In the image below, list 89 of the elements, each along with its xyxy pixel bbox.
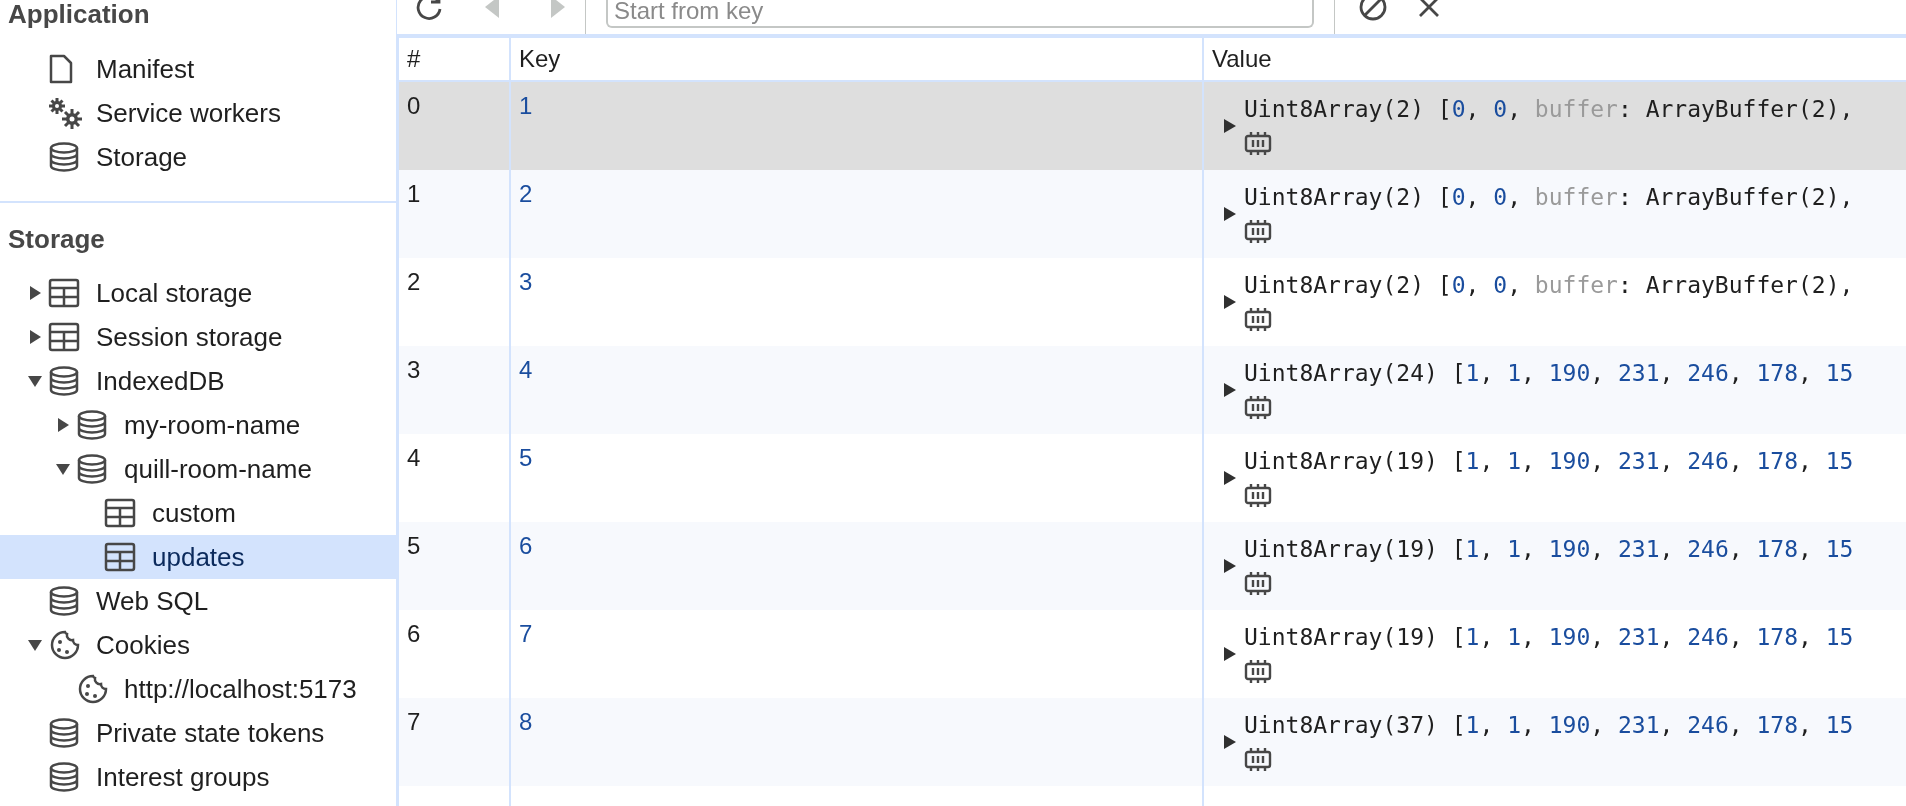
index-text: 5 <box>407 532 421 559</box>
memory-icon[interactable] <box>1244 219 1272 245</box>
database-icon <box>48 366 80 396</box>
key-text: 6 <box>519 532 533 559</box>
block-icon <box>1358 0 1388 22</box>
tree-item[interactable]: Cookies <box>0 623 396 667</box>
value-text: Uint8Array(2) [0, 0, buffer: ArrayBuffer(2), <box>1244 183 1854 211</box>
caret-right-icon[interactable] <box>1224 383 1236 397</box>
value-text: Uint8Array(37) [1, 1, 190, 231, 246, 178, 15 <box>1244 711 1854 739</box>
tree-item[interactable]: Storage <box>0 135 396 179</box>
caret-right-icon[interactable] <box>28 286 42 300</box>
table-icon <box>104 542 136 572</box>
column-header[interactable]: Value <box>1204 38 1906 80</box>
caret-right-icon[interactable] <box>1224 119 1236 133</box>
memory-icon[interactable] <box>1244 307 1272 333</box>
tree-item[interactable]: quill-room-name <box>0 447 396 491</box>
caret-right-icon[interactable] <box>1224 647 1236 661</box>
caret-right-icon[interactable] <box>1224 295 1236 309</box>
index-text: 1 <box>407 180 421 207</box>
tree-item[interactable]: http://localhost:5173 <box>0 667 396 711</box>
database-icon <box>76 454 108 484</box>
memory-icon[interactable] <box>1244 131 1272 157</box>
table-row[interactable]: 7 8 Uint8Array(37) [1, 1, 190, 231, 246, 178, 15 <box>399 698 1906 786</box>
tree-item[interactable]: my-room-name <box>0 403 396 447</box>
caret-right-icon[interactable] <box>1224 559 1236 573</box>
tree-item[interactable]: IndexedDB <box>0 359 396 403</box>
index-text: 6 <box>407 620 421 647</box>
column-header[interactable]: Key <box>511 38 1204 80</box>
tree-item[interactable]: Manifest <box>0 47 396 91</box>
tree-item[interactable]: custom <box>0 491 396 535</box>
memory-icon[interactable] <box>1244 659 1272 685</box>
value-text: Uint8Array(19) [1, 1, 190, 231, 246, 178, 15 <box>1244 623 1854 651</box>
memory-icon[interactable] <box>1244 395 1272 421</box>
gears-icon <box>48 97 82 129</box>
value-text: Uint8Array(24) [1, 1, 190, 231, 246, 178, 15 <box>1244 359 1854 387</box>
value-text: Uint8Array(19) [1, 1, 190, 231, 246, 178, 15 <box>1244 447 1854 475</box>
memory-icon[interactable] <box>1244 747 1272 773</box>
index-text: 0 <box>407 92 421 119</box>
table-row[interactable]: 5 6 Uint8Array(19) [1, 1, 190, 231, 246, 178, 15 <box>399 522 1906 610</box>
refresh-icon <box>414 0 444 22</box>
section-heading: Storage <box>8 222 105 256</box>
caret-down-icon[interactable] <box>28 638 42 652</box>
database-icon <box>48 142 80 172</box>
table-row[interactable]: 1 2 Uint8Array(2) [0, 0, buffer: ArrayBuffer(2), <box>399 170 1906 258</box>
key-text: 5 <box>519 444 533 471</box>
table-icon <box>48 278 80 308</box>
caret-right-icon[interactable] <box>1224 471 1236 485</box>
file-icon <box>48 54 74 84</box>
search-field[interactable]: Start from key <box>606 0 1314 28</box>
table-icon <box>48 322 80 352</box>
cookie-icon <box>76 673 110 705</box>
table-row[interactable]: 0 1 Uint8Array(2) [0, 0, buffer: ArrayBuffer(2), <box>399 82 1906 170</box>
tree-item[interactable]: Interest groups <box>0 755 396 799</box>
index-text: 3 <box>407 356 421 383</box>
database-icon <box>76 410 108 440</box>
memory-icon[interactable] <box>1244 571 1272 597</box>
tree-item[interactable]: Service workers <box>0 91 396 135</box>
key-text: 7 <box>519 620 533 647</box>
key-text: 8 <box>519 708 533 735</box>
database-icon <box>48 718 80 748</box>
caret-right-icon[interactable] <box>1224 207 1236 221</box>
memory-icon[interactable] <box>1244 483 1272 509</box>
key-text: 1 <box>519 92 533 119</box>
tree-item[interactable]: Local storage <box>0 271 396 315</box>
column-header[interactable]: # <box>399 38 511 80</box>
caret-right-icon[interactable] <box>56 418 70 432</box>
table-row[interactable]: 3 4 Uint8Array(24) [1, 1, 190, 231, 246, 178, 15 <box>399 346 1906 434</box>
caret-right-icon[interactable] <box>1224 735 1236 749</box>
key-text: 3 <box>519 268 533 295</box>
database-icon <box>48 762 80 792</box>
key-text: 4 <box>519 356 533 383</box>
key-text: 2 <box>519 180 533 207</box>
caret-right-icon[interactable] <box>28 330 42 344</box>
value-text: Uint8Array(2) [0, 0, buffer: ArrayBuffer(2), <box>1244 271 1854 299</box>
tree-item[interactable]: Private state tokens <box>0 711 396 755</box>
value-text: Uint8Array(2) [0, 0, buffer: ArrayBuffer(2), <box>1244 95 1854 123</box>
tree-item[interactable]: updates <box>0 535 396 579</box>
index-text: 4 <box>407 444 421 471</box>
tree-item[interactable]: Session storage <box>0 315 396 359</box>
tree-item[interactable]: Web SQL <box>0 579 396 623</box>
value-text: Uint8Array(19) [1, 1, 190, 231, 246, 178, 15 <box>1244 535 1854 563</box>
index-text: 2 <box>407 268 421 295</box>
table-icon <box>104 498 136 528</box>
caret-down-icon[interactable] <box>28 374 42 388</box>
index-text: 7 <box>407 708 421 735</box>
cookie-icon <box>48 629 82 661</box>
section-heading: Application <box>8 0 150 31</box>
database-icon <box>48 586 80 616</box>
caret-down-icon[interactable] <box>56 462 70 476</box>
